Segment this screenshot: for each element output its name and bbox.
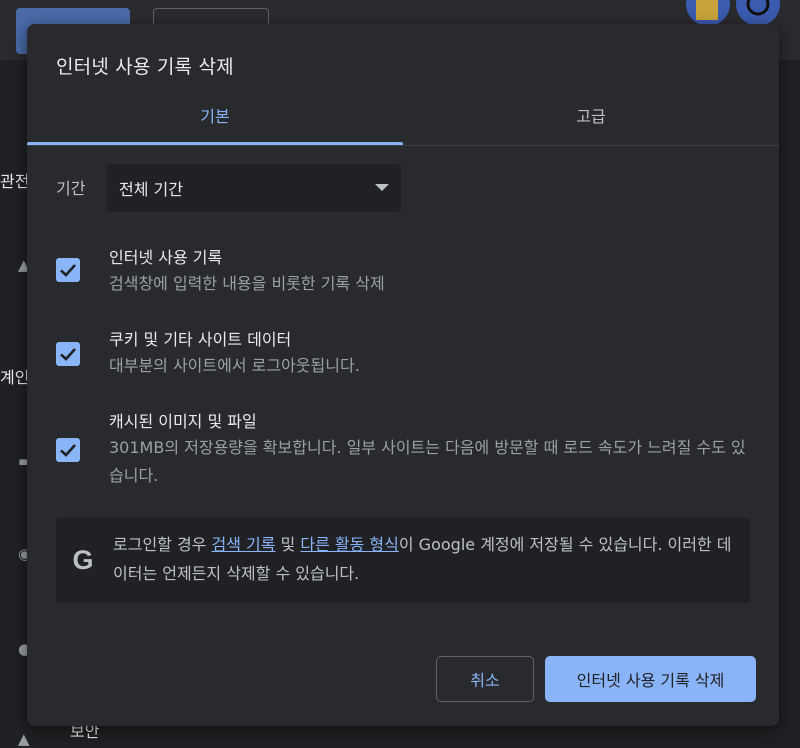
tab-basic[interactable]: 기본: [27, 102, 403, 146]
clear-browsing-data-dialog: 인터넷 사용 기록 삭제 기본 고급 기간 전체 기간 인터넷 사용 기록 검색…: [27, 24, 779, 726]
time-range-label: 기간: [56, 179, 86, 198]
info-text-prefix: 로그인할 경우: [113, 535, 212, 554]
browsing-history-checkbox[interactable]: [56, 258, 80, 282]
tabs-divider: [27, 145, 779, 146]
time-range-select[interactable]: 전체 기간: [107, 164, 401, 212]
tab-bar: 기본 고급: [27, 102, 779, 146]
option-title: 쿠키 및 기타 사이트 데이터: [109, 330, 292, 349]
checkmark-icon: [60, 264, 76, 277]
cookies-checkbox[interactable]: [56, 342, 80, 366]
clear-data-button[interactable]: 인터넷 사용 기록 삭제: [545, 656, 756, 702]
google-g-icon: G: [72, 545, 94, 575]
other-activity-link[interactable]: 다른 활동 형식: [300, 535, 399, 554]
google-account-info: G 로그인할 경우 검색 기록 및 다른 활동 형식이 Google 계정에 저…: [56, 518, 750, 603]
cancel-button[interactable]: 취소: [436, 656, 534, 702]
option-description: 301MB의 저장용량을 확보합니다. 일부 사이트는 다음에 방문할 때 로드…: [109, 438, 746, 485]
checkmark-icon: [60, 444, 76, 457]
info-text-mid: 및: [275, 535, 301, 554]
option-title: 인터넷 사용 기록: [109, 248, 223, 267]
info-text: 로그인할 경우 검색 기록 및 다른 활동 형식이 Google 계정에 저장될…: [113, 530, 739, 588]
background-side-text: 계인: [0, 368, 30, 387]
time-range-value: 전체 기간: [119, 180, 183, 199]
shield-icon: ▲: [18, 730, 30, 748]
tab-advanced[interactable]: 고급: [403, 102, 779, 146]
background-side-text: 관전: [0, 172, 30, 191]
checkmark-icon: [60, 348, 76, 361]
option-description: 검색창에 입력한 내용을 비롯한 기록 삭제: [109, 274, 385, 293]
dialog-title: 인터넷 사용 기록 삭제: [56, 56, 234, 78]
search-history-link[interactable]: 검색 기록: [212, 535, 276, 554]
option-title: 캐시된 이미지 및 파일: [109, 412, 257, 431]
background-logo: [686, 0, 780, 24]
dropdown-arrow-icon: [375, 184, 389, 191]
option-description: 대부분의 사이트에서 로그아웃됩니다.: [109, 356, 360, 375]
cache-checkbox[interactable]: [56, 438, 80, 462]
